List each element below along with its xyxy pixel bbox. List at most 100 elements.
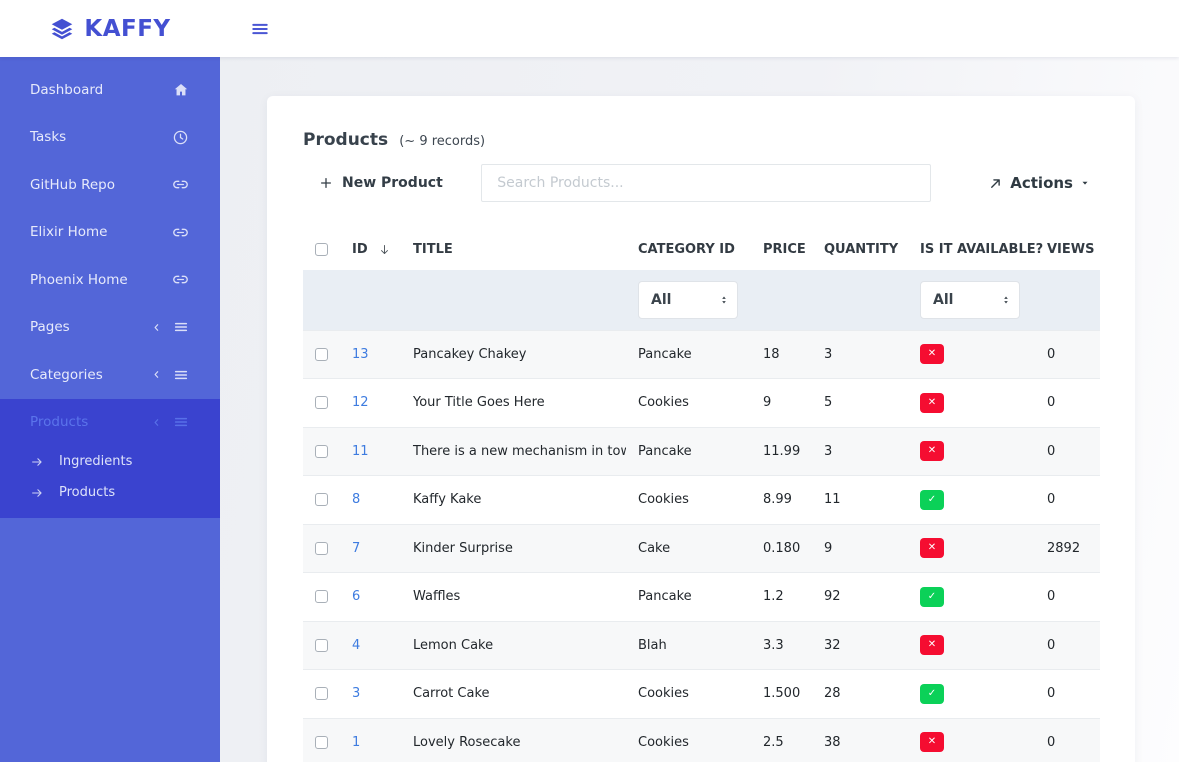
cell-category: Pancake — [626, 427, 751, 476]
cell-price: 1.2 — [751, 573, 812, 622]
link-icon — [172, 224, 189, 241]
clock-icon — [172, 129, 189, 146]
cell-price: 3.3 — [751, 621, 812, 670]
sidebar-item-label: Elixir Home — [30, 224, 107, 240]
cell-price: 0.180 — [751, 524, 812, 573]
row-checkbox[interactable] — [315, 348, 328, 361]
cell-price: 1.500 — [751, 670, 812, 719]
sidebar-subitem-ingredients[interactable]: Ingredients — [0, 446, 220, 477]
row-checkbox[interactable] — [315, 445, 328, 458]
row-checkbox[interactable] — [315, 639, 328, 652]
records-count: (~ 9 records) — [399, 134, 485, 149]
availability-badge: ✓ — [920, 684, 944, 704]
search-input[interactable] — [481, 164, 931, 202]
row-checkbox[interactable] — [315, 687, 328, 700]
x-icon: ✕ — [928, 640, 936, 650]
menu-toggle-button[interactable] — [246, 16, 274, 42]
column-header-title[interactable]: TITLE — [401, 232, 626, 270]
table-row: 7 Kinder Surprise Cake 0.180 9 ✕ 2892 — [303, 524, 1100, 573]
row-id-link[interactable]: 8 — [352, 492, 360, 507]
row-checkbox[interactable] — [315, 736, 328, 749]
availability-badge: ✓ — [920, 587, 944, 607]
cell-category: Pancake — [626, 573, 751, 622]
sidebar-item-pages[interactable]: Pages — [0, 304, 220, 352]
brand-logo[interactable]: KAFFY — [0, 16, 220, 42]
x-icon: ✕ — [928, 446, 936, 456]
row-checkbox[interactable] — [315, 396, 328, 409]
cell-category: Cookies — [626, 476, 751, 525]
cell-quantity: 92 — [812, 573, 908, 622]
new-product-button[interactable]: New Product — [319, 175, 443, 191]
sidebar-subitem-products[interactable]: Products — [0, 477, 220, 508]
row-checkbox[interactable] — [315, 590, 328, 603]
sidebar-section-dashboard: Dashboard — [0, 66, 220, 114]
sidebar-item-phoenix-home[interactable]: Phoenix Home — [0, 256, 220, 304]
row-id-link[interactable]: 11 — [352, 444, 369, 459]
cell-price: 9 — [751, 379, 812, 428]
cell-category: Cake — [626, 524, 751, 573]
sidebar-item-products[interactable]: Products — [0, 399, 220, 447]
cell-quantity: 3 — [812, 427, 908, 476]
sidebar-section-categories: Categories — [0, 351, 220, 399]
arrow-right-icon — [30, 455, 44, 469]
sidebar-item-github-repo[interactable]: GitHub Repo — [0, 161, 220, 209]
top-header: KAFFY — [0, 0, 1179, 57]
row-id-link[interactable]: 1 — [352, 735, 360, 750]
cell-price: 18 — [751, 330, 812, 379]
row-id-link[interactable]: 3 — [352, 686, 360, 701]
cell-views: 0 — [1035, 379, 1100, 428]
toolbar: New Product Actions — [303, 164, 1100, 202]
sidebar-section-elixir-home: Elixir Home — [0, 209, 220, 257]
sidebar-item-tasks[interactable]: Tasks — [0, 114, 220, 162]
x-icon: ✕ — [928, 398, 936, 408]
sidebar-item-label: Products — [30, 414, 88, 430]
column-header-available[interactable]: IS IT AVAILABLE? — [908, 232, 1035, 270]
row-id-link[interactable]: 6 — [352, 589, 360, 604]
cell-title: Carrot Cake — [401, 670, 626, 719]
row-id-link[interactable]: 13 — [352, 347, 369, 362]
sidebar-section-github-repo: GitHub Repo — [0, 161, 220, 209]
cell-views: 0 — [1035, 718, 1100, 762]
sidebar-subitem-label: Ingredients — [59, 454, 132, 469]
table-header-row: ID TITLE CATEGORY ID PRICE QUANTITY IS I… — [303, 232, 1100, 270]
cell-category: Blah — [626, 621, 751, 670]
sidebar-section-tasks: Tasks — [0, 114, 220, 162]
cell-title: Kinder Surprise — [401, 524, 626, 573]
brand-name: KAFFY — [84, 16, 170, 42]
row-checkbox[interactable] — [315, 493, 328, 506]
sidebar-item-categories[interactable]: Categories — [0, 351, 220, 399]
category-filter: All — [638, 281, 738, 319]
select-all-checkbox[interactable] — [315, 243, 328, 256]
available-filter-select[interactable]: All — [921, 282, 1019, 318]
column-header-quantity[interactable]: QUANTITY — [812, 232, 908, 270]
column-header-views[interactable]: VIEWS — [1035, 232, 1100, 270]
available-filter: All — [920, 281, 1020, 319]
category-filter-select[interactable]: All — [639, 282, 737, 318]
cell-title: Waffles — [401, 573, 626, 622]
column-header-id[interactable]: ID — [340, 232, 401, 270]
row-id-link[interactable]: 7 — [352, 541, 360, 556]
actions-dropdown-button[interactable]: Actions — [988, 174, 1090, 192]
home-icon — [173, 82, 189, 98]
page-heading: Products (~ 9 records) — [303, 130, 1100, 150]
main-content: Products (~ 9 records) New Product Actio… — [220, 57, 1179, 762]
x-icon: ✕ — [928, 543, 936, 553]
sidebar-item-elixir-home[interactable]: Elixir Home — [0, 209, 220, 257]
cell-views: 0 — [1035, 427, 1100, 476]
availability-badge: ✕ — [920, 635, 944, 655]
column-header-category[interactable]: CATEGORY ID — [626, 232, 751, 270]
table-row: 12 Your Title Goes Here Cookies 9 5 ✕ 0 — [303, 379, 1100, 428]
table-row: 4 Lemon Cake Blah 3.3 32 ✕ 0 — [303, 621, 1100, 670]
sidebar-section-pages: Pages — [0, 304, 220, 352]
availability-badge: ✕ — [920, 441, 944, 461]
check-icon: ✓ — [928, 689, 936, 699]
cell-title: Lemon Cake — [401, 621, 626, 670]
row-id-link[interactable]: 4 — [352, 638, 360, 653]
sidebar-item-dashboard[interactable]: Dashboard — [0, 66, 220, 114]
cell-views: 0 — [1035, 476, 1100, 525]
arrow-right-icon — [30, 486, 44, 500]
row-checkbox[interactable] — [315, 542, 328, 555]
availability-badge: ✕ — [920, 393, 944, 413]
column-header-price[interactable]: PRICE — [751, 232, 812, 270]
row-id-link[interactable]: 12 — [352, 395, 369, 410]
